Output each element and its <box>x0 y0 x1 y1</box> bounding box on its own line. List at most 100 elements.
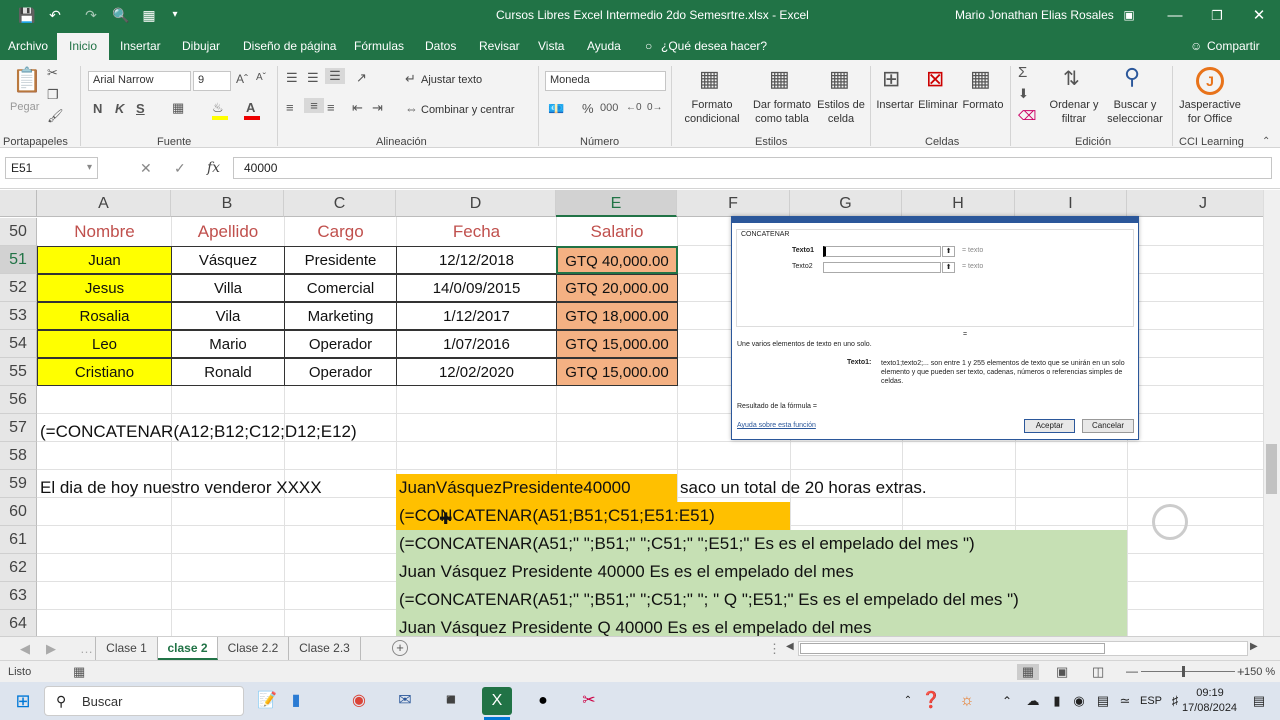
cell-d60[interactable]: (=CONCATENAR(A51;B51;C51;E51:E51) <box>396 502 790 530</box>
ok-button[interactable]: Aceptar <box>1024 419 1075 433</box>
row-header-56[interactable]: 56 <box>0 386 37 414</box>
cell-f59[interactable]: saco un total de 20 horas extras. <box>680 474 927 502</box>
column-header-g[interactable]: G <box>790 190 902 217</box>
align-middle-icon[interactable]: ☰ <box>307 70 319 86</box>
redo-icon[interactable]: ↷ <box>82 6 100 24</box>
autosum-icon[interactable]: Σ <box>1018 64 1027 81</box>
column-header-h[interactable]: H <box>902 190 1015 217</box>
cell-d59[interactable]: JuanVásquezPresidente40000 <box>396 474 677 502</box>
select-all-corner[interactable] <box>0 190 37 217</box>
active-cell-e51[interactable]: GTQ 40,000.00 <box>556 246 678 274</box>
wifi-icon[interactable]: ≃ <box>1110 687 1140 715</box>
share-button[interactable]: Compartir <box>1207 39 1260 53</box>
ribbon-display-icon[interactable]: ▣ <box>1106 0 1152 31</box>
sheet-tab-clase22[interactable]: Clase 2.2 <box>218 637 289 660</box>
decrease-decimal-icon[interactable]: 0→ <box>647 102 663 113</box>
table-cell[interactable]: Mario <box>171 330 285 358</box>
help-link[interactable]: Ayuda sobre esta función <box>737 422 816 429</box>
row-header-57[interactable]: 57 <box>0 414 37 442</box>
wrap-text-button[interactable]: Ajustar texto <box>421 73 482 87</box>
texto1-input[interactable] <box>823 246 941 257</box>
row-header-53[interactable]: 53 <box>0 302 37 330</box>
align-bottom-icon[interactable]: ☰ <box>325 68 345 84</box>
table-cell[interactable]: GTQ 20,000.00 <box>556 274 678 302</box>
undo-icon[interactable]: ↶ <box>46 6 64 24</box>
zoom-slider-thumb[interactable] <box>1182 666 1185 677</box>
page-layout-icon[interactable]: ▣ <box>1056 664 1068 680</box>
underline-button[interactable]: S <box>136 101 145 116</box>
column-header-b[interactable]: B <box>171 190 284 217</box>
row-header-64[interactable]: 64 <box>0 610 37 636</box>
table-cell[interactable]: Operador <box>284 330 397 358</box>
align-right-icon[interactable]: ≡ <box>327 100 335 115</box>
collapse-icon[interactable]: ⬆ <box>942 262 955 273</box>
app-icon[interactable]: ▮ <box>281 687 311 715</box>
format-painter-icon[interactable]: 🖌 <box>47 108 64 124</box>
fill-icon[interactable]: ⬇ <box>1018 86 1029 102</box>
widgets-icon[interactable]: 📝 <box>252 687 282 715</box>
row-header-61[interactable]: 61 <box>0 526 37 554</box>
header-cell-fecha[interactable]: Fecha <box>397 218 556 246</box>
zoom-out-icon[interactable]: — <box>1126 664 1138 678</box>
table-cell[interactable]: Cristiano <box>37 358 172 386</box>
zoom-slider[interactable] <box>1141 671 1235 672</box>
sort-filter-button[interactable]: Ordenar y filtrar <box>1043 98 1105 126</box>
formula-input[interactable]: 40000 <box>233 157 1272 179</box>
cancel-entry-icon[interactable]: ✕ <box>140 157 152 179</box>
sheet-tab-clase23[interactable]: Clase 2.3 <box>289 637 361 660</box>
next-sheet-icon[interactable]: ▶ <box>46 641 56 657</box>
scroll-right-icon[interactable]: ▶ <box>1250 641 1258 652</box>
tab-inicio[interactable]: Inicio <box>57 33 110 60</box>
app-icon[interactable]: ◾ <box>436 687 466 715</box>
print-preview-icon[interactable]: 🔍 <box>112 6 130 24</box>
maximize-button[interactable]: ❐ <box>1194 0 1240 31</box>
format-cells-button[interactable]: Formato <box>960 98 1006 112</box>
tab-formulas[interactable]: Fórmulas <box>354 39 404 53</box>
grow-font-icon[interactable]: Aˆ <box>236 72 248 86</box>
excel-taskbar-icon[interactable]: X <box>482 687 512 715</box>
table-cell[interactable]: 12/12/2018 <box>396 246 557 274</box>
collapse-icon[interactable]: ⬆ <box>942 246 955 257</box>
table-cell[interactable]: Operador <box>284 358 397 386</box>
minimize-button[interactable]: — <box>1152 0 1198 31</box>
header-cell-salario[interactable]: Salario <box>557 218 677 246</box>
collapse-ribbon-icon[interactable]: ⌃ <box>1262 136 1270 147</box>
tab-revisar[interactable]: Revisar <box>479 39 520 53</box>
cell-a57[interactable]: (=CONCATENAR(A12;B12;C12;D12;E12) <box>40 418 357 446</box>
table-cell[interactable]: Presidente <box>284 246 397 274</box>
paste-button[interactable]: Pegar <box>10 100 39 114</box>
texto2-input[interactable] <box>823 262 941 273</box>
confirm-entry-icon[interactable]: ✓ <box>174 157 186 179</box>
chrome-icon[interactable]: ◉ <box>344 687 374 715</box>
table-cell[interactable]: Juan <box>37 246 172 274</box>
snip-icon[interactable]: ✂ <box>574 687 604 715</box>
prev-sheet-icon[interactable]: ◀ <box>20 641 30 657</box>
table-cell[interactable]: Vásquez <box>171 246 285 274</box>
tab-archivo[interactable]: Archivo <box>8 39 48 53</box>
page-break-icon[interactable]: ◫ <box>1092 664 1104 680</box>
sheet-tab-clase1[interactable]: Clase 1 <box>95 637 158 660</box>
weather-icon[interactable]: ☼ <box>952 687 982 715</box>
column-header-i[interactable]: I <box>1015 190 1127 217</box>
dialog-titlebar[interactable] <box>732 217 1138 223</box>
name-box-dropdown-icon[interactable]: ▾ <box>87 157 92 179</box>
clock-time[interactable]: 09:19 <box>1186 687 1234 699</box>
tab-diseno[interactable]: Diseño de página <box>243 39 336 53</box>
table-cell[interactable]: 1/12/2017 <box>396 302 557 330</box>
decrease-indent-icon[interactable]: ⇤ <box>352 100 363 116</box>
comma-style-icon[interactable]: 000 <box>600 102 618 114</box>
merge-center-button[interactable]: Combinar y centrar <box>421 103 515 117</box>
vertical-scrollbar[interactable] <box>1263 190 1280 636</box>
row-header-50[interactable]: 50 <box>0 218 37 246</box>
borders-icon[interactable]: ▦ <box>172 100 184 116</box>
row-header-52[interactable]: 52 <box>0 274 37 302</box>
outlook-icon[interactable]: ✉ <box>390 687 420 715</box>
tab-insertar[interactable]: Insertar <box>120 39 161 53</box>
font-size-select[interactable]: 9 <box>193 71 231 91</box>
help-icon[interactable]: ❓ <box>916 687 946 715</box>
table-cell[interactable]: GTQ 15,000.00 <box>556 358 678 386</box>
italic-button[interactable]: K <box>115 101 124 116</box>
scroll-left-icon[interactable]: ◀ <box>786 641 794 652</box>
header-cell-nombre[interactable]: Nombre <box>38 218 171 246</box>
normal-view-icon[interactable]: ▦ <box>1017 664 1039 680</box>
